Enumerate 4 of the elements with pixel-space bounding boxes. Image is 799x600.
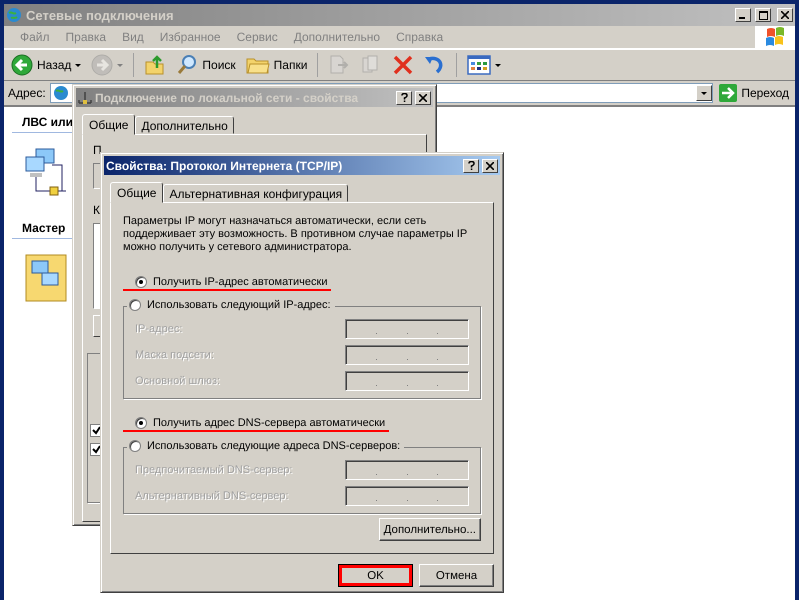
window-title: Сетевые подключения (26, 8, 175, 22)
address-label: Адрес: (8, 86, 46, 100)
field-label: К (93, 203, 101, 217)
dialog-title: Свойства: Протокол Интернета (TCP/IP) (106, 158, 344, 172)
